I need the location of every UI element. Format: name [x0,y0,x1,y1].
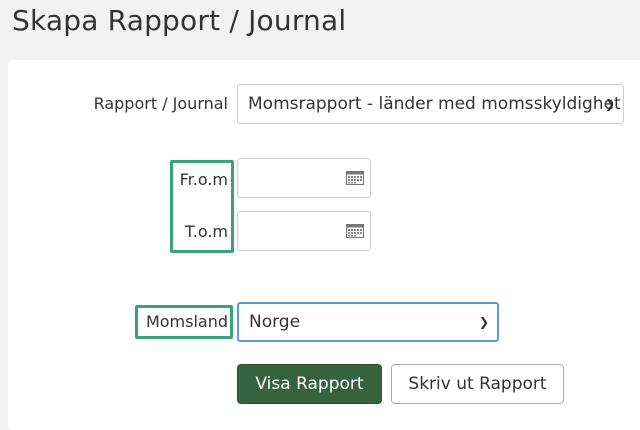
print-report-button[interactable]: Skriv ut Rapport [391,364,564,404]
country-label: Momsland [145,312,228,331]
country-select-value: Norge [249,312,301,332]
page-title: Skapa Rapport / Journal [12,4,347,37]
from-label: Fr.o.m [179,170,228,189]
report-select[interactable]: Momsrapport - länder med momsskyldighet … [237,84,624,124]
from-date-input[interactable] [237,158,371,198]
calendar-icon[interactable] [346,224,364,238]
to-label: T.o.m [184,222,228,241]
calendar-icon[interactable] [346,171,364,185]
report-label: Rapport / Journal [93,94,228,113]
country-select[interactable]: Norge ❯ [237,302,499,342]
chevron-down-icon: ❯ [604,97,615,111]
show-report-button[interactable]: Visa Rapport [237,364,382,404]
chevron-down-icon: ❯ [478,315,489,329]
report-select-value: Momsrapport - länder med momsskyldighet [248,94,621,114]
to-date-input[interactable] [237,211,371,251]
